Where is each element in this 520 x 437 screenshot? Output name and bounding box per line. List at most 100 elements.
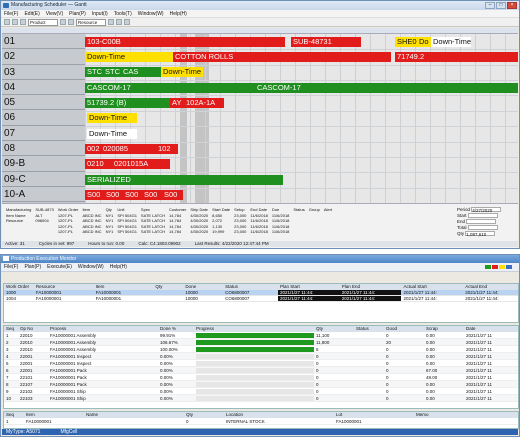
gantt-bar[interactable]: 102A-1A bbox=[184, 97, 224, 108]
table-row[interactable]: 1 FA10000001 0 INTERNAL STOCK FA10000001 bbox=[4, 418, 518, 425]
gantt-bar[interactable]: Down-Time bbox=[87, 113, 137, 124]
menu-plan[interactable]: Plan(P) bbox=[69, 10, 86, 17]
material-grid[interactable]: Seq Item Name Qty Location Lot Memo 1 FA1000000… bbox=[3, 411, 519, 429]
table-row[interactable]: 3 22010 FA10000001 Assembly 100.00% 5 0 0.00 20… bbox=[4, 346, 518, 353]
menu-window[interactable]: Window(W) bbox=[78, 264, 104, 270]
table-row[interactable]: 6 22001 FA10000001 Pack 0.00% 0 0 67.00 2021/1/… bbox=[4, 367, 518, 374]
resource-label[interactable]: 09-B bbox=[2, 156, 85, 172]
table-row[interactable]: 8 22107 FA10000001 Pack 0.00% 0 0 0.00 2021/1/2… bbox=[4, 381, 518, 388]
table-row[interactable]: 2 22010 FA10000001 Assembly 106.67% 11,800 20… bbox=[4, 339, 518, 346]
menu-file[interactable]: File(F) bbox=[4, 10, 18, 17]
maximize-button[interactable]: □ bbox=[496, 2, 506, 9]
gantt-bar[interactable]: COTTON ROLLS bbox=[173, 51, 391, 62]
table-row[interactable]: 5 22001 FA10000001 Inspect 0.00% 0 0 0.00 2021/… bbox=[4, 360, 518, 367]
print-icon[interactable] bbox=[124, 19, 130, 25]
table-row[interactable]: 10 22103 FA10000001 Ship 0.00% 0 0 0.00 2021/1/… bbox=[4, 395, 518, 402]
gantt-bar[interactable]: S00 bbox=[104, 190, 123, 201]
grid-cell: 4 bbox=[6, 354, 9, 359]
work-order-grid[interactable]: Work Order Resource Item Qty Done Status Plan … bbox=[3, 283, 519, 323]
minimize-button[interactable]: – bbox=[485, 2, 495, 9]
gantt-bar[interactable]: 002 bbox=[85, 144, 101, 155]
status-bar: Active: 31 Cycles in set: 997 Hours to r… bbox=[2, 241, 518, 247]
gantt-bar[interactable]: CASCOM-17 bbox=[85, 82, 255, 93]
grid-cell: 0 bbox=[316, 368, 319, 373]
gantt-bar[interactable]: SHE00 bbox=[395, 36, 417, 47]
menu-execute[interactable]: Execute(E) bbox=[47, 264, 72, 270]
gantt-bar[interactable]: S00 bbox=[85, 190, 104, 201]
gantt-bar[interactable]: 020085 bbox=[101, 144, 156, 155]
grid-cell: 0 bbox=[386, 361, 389, 366]
gantt-bar[interactable]: SERIALIZED bbox=[85, 174, 283, 185]
menu-window[interactable]: Window(W) bbox=[138, 10, 164, 17]
gantt-bar[interactable]: SUB-48731 bbox=[291, 36, 361, 47]
grid-cell: 0 bbox=[316, 396, 319, 401]
refresh-icon[interactable] bbox=[68, 19, 74, 25]
gantt-bar[interactable]: S00 bbox=[162, 190, 183, 201]
view-dropdown[interactable]: Product bbox=[28, 18, 58, 26]
table-row[interactable]: 9 22102 FA10000001 Ship 0.00% 0 0 0.00 2021/1/2… bbox=[4, 388, 518, 395]
calendar-icon[interactable] bbox=[108, 19, 114, 25]
gantt-bar[interactable]: CASCOM-17 bbox=[255, 82, 518, 93]
table-row[interactable]: 4 22001 FA10000001 Inspect 0.00% 0 0 0.00 2021/… bbox=[4, 353, 518, 360]
filter-icon[interactable] bbox=[116, 19, 122, 25]
grid-cell: 7 bbox=[6, 375, 9, 380]
grid-cell: 0 bbox=[316, 389, 319, 394]
gantt-bar[interactable]: 51739.2 (B) bbox=[85, 97, 170, 108]
gantt-bar[interactable]: STC bbox=[85, 67, 103, 78]
grid-cell: 0.00 bbox=[426, 354, 435, 359]
gantt-bar[interactable]: Down-Time bbox=[87, 128, 137, 139]
gantt-bar[interactable]: S00 bbox=[123, 190, 142, 201]
period-field-input[interactable]: 4/27/2020 9:44 PM bbox=[471, 207, 502, 219]
menu-edit[interactable]: Edit(E) bbox=[24, 10, 39, 17]
menu-tools[interactable]: Tools(T) bbox=[114, 10, 132, 17]
table-row[interactable]: 7 22101 FA10000001 Pack 0.00% 0 0 48.00 2021/1/… bbox=[4, 374, 518, 381]
resource-label[interactable]: 08 bbox=[2, 141, 85, 157]
gantt-bar[interactable]: 103-C00B bbox=[85, 36, 285, 47]
resource-label[interactable]: 10-A bbox=[2, 187, 85, 203]
gantt-bar[interactable]: Do bbox=[417, 36, 431, 47]
table-row[interactable]: 1004 FA10000001 FA10000001 10000 CO6800007 20… bbox=[4, 296, 518, 302]
grid-cell: CO6800007 bbox=[225, 290, 250, 295]
resource-label[interactable]: 09-C bbox=[2, 172, 85, 187]
gantt-bar[interactable]: Down-Time bbox=[161, 67, 203, 78]
resource-label[interactable]: 05 bbox=[2, 95, 85, 111]
menu-input[interactable]: Input(I) bbox=[92, 10, 108, 17]
period-field-input[interactable]: 1,097,610 bbox=[465, 231, 496, 237]
resource-dropdown[interactable]: Resource bbox=[76, 18, 106, 26]
gantt-bar[interactable]: STC bbox=[103, 67, 121, 78]
save-icon[interactable] bbox=[20, 19, 26, 25]
menu-file[interactable]: File(F) bbox=[4, 264, 18, 270]
gantt-bar[interactable]: 0210 bbox=[85, 159, 112, 170]
gantt-bar[interactable]: 0201015A bbox=[112, 159, 170, 170]
gantt-bar[interactable]: 71749.2 bbox=[395, 51, 518, 62]
operation-grid[interactable]: Seq Op No Process Done % Progress Qty Status Go… bbox=[3, 325, 519, 409]
resource-label[interactable]: 04 bbox=[2, 80, 85, 96]
menu-help[interactable]: Help(H) bbox=[170, 10, 187, 17]
zoom-icon[interactable] bbox=[60, 19, 66, 25]
resource-label[interactable]: 06 bbox=[2, 110, 85, 126]
table-row[interactable]: 1 22010 FA10000001 Assembly 99.91% 11,100 0 0.… bbox=[4, 332, 518, 339]
resource-label[interactable]: 01 bbox=[2, 34, 85, 50]
gantt-timeline[interactable]: 103-C00BSUB-48731SHE00DoDown-TimeDown-Ti… bbox=[85, 34, 518, 203]
period-field-input[interactable] bbox=[467, 225, 498, 231]
gantt-bar[interactable]: 102 bbox=[156, 144, 178, 155]
resource-label[interactable]: 03 bbox=[2, 65, 85, 80]
gantt-bar[interactable]: CAS bbox=[121, 67, 161, 78]
period-field-input[interactable] bbox=[467, 213, 498, 219]
grid-cell bbox=[354, 339, 384, 345]
table-row[interactable]: 1207-PL ABCD INC NY1 SPI 504G1 SATE LATCH 14,… bbox=[4, 229, 334, 235]
gantt-bar[interactable]: S00 bbox=[142, 190, 162, 201]
new-icon[interactable] bbox=[4, 19, 10, 25]
resource-label[interactable]: 02 bbox=[2, 49, 85, 65]
grid-cell: 6 bbox=[6, 368, 9, 373]
period-field-input[interactable] bbox=[466, 219, 497, 225]
gantt-bar[interactable]: Down-Time bbox=[85, 51, 173, 62]
gantt-bar[interactable]: AY bbox=[170, 97, 184, 108]
menu-plan[interactable]: Plan(P) bbox=[24, 264, 41, 270]
menu-help[interactable]: Help(H) bbox=[110, 264, 127, 270]
open-icon[interactable] bbox=[12, 19, 18, 25]
menu-view[interactable]: View(V) bbox=[46, 10, 63, 17]
close-button[interactable]: × bbox=[507, 2, 517, 9]
gantt-bar[interactable]: Down-Time bbox=[431, 36, 471, 47]
resource-label[interactable]: 07 bbox=[2, 126, 85, 142]
